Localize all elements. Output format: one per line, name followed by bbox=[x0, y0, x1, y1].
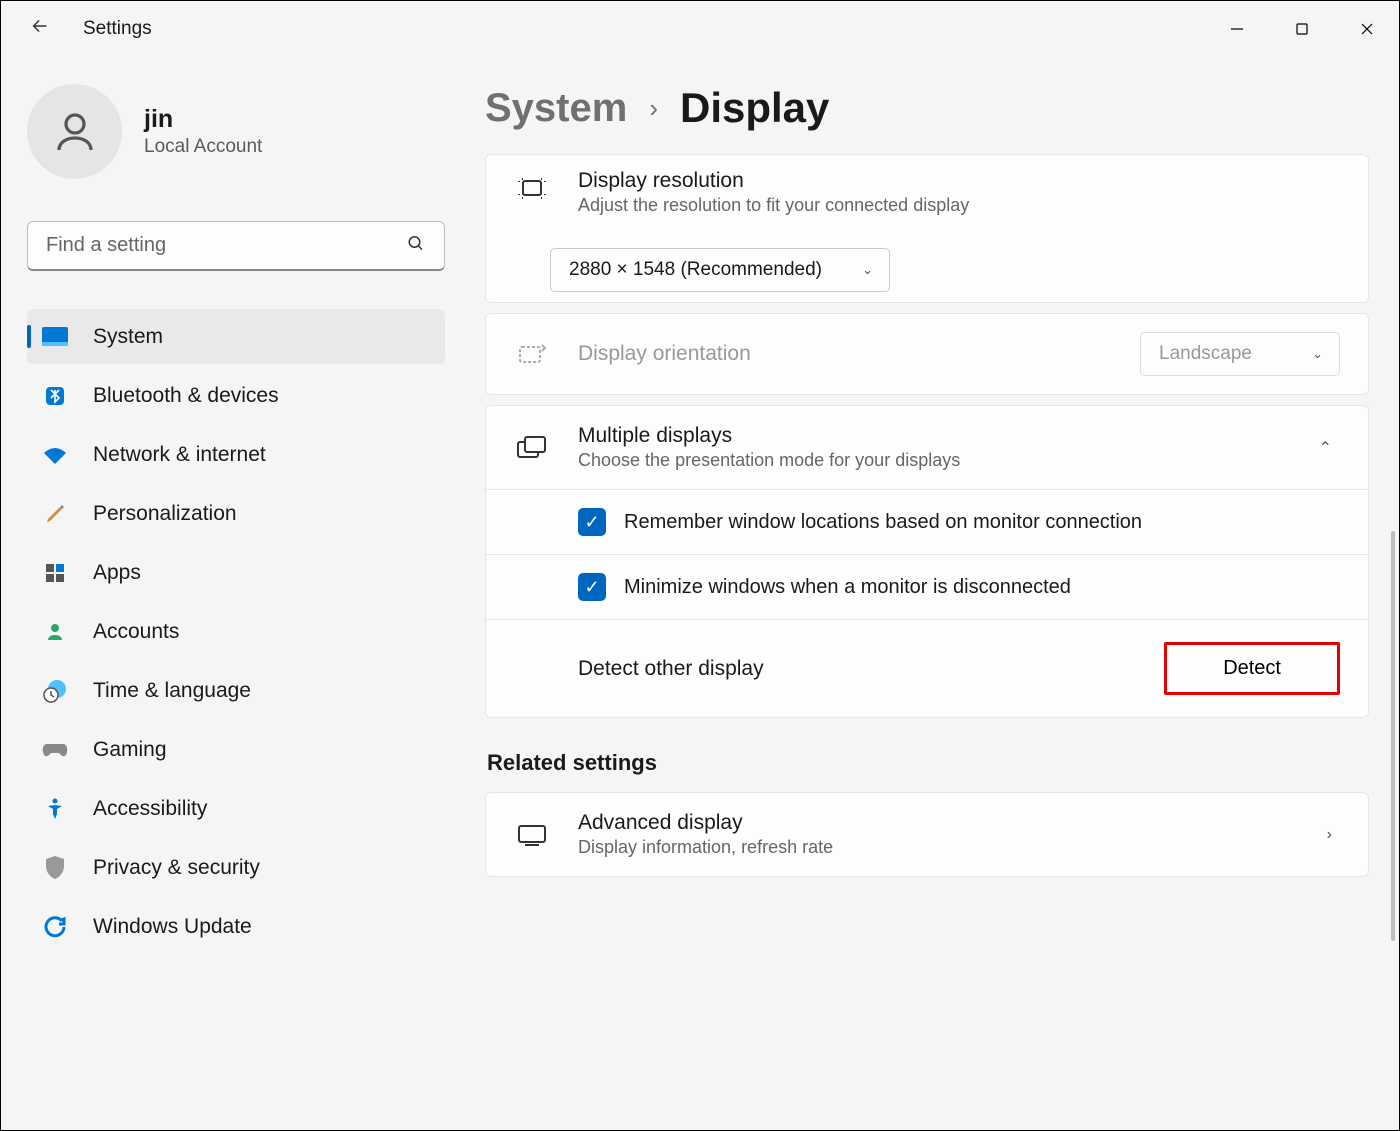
bluetooth-icon bbox=[41, 382, 69, 410]
orientation-value: Landscape bbox=[1159, 343, 1252, 365]
breadcrumb: System › Display bbox=[485, 84, 1369, 132]
multiple-displays-header[interactable]: Multiple displays Choose the presentatio… bbox=[486, 406, 1368, 489]
search-input[interactable] bbox=[27, 221, 445, 271]
app-title: Settings bbox=[83, 18, 152, 40]
search-icon bbox=[407, 235, 425, 258]
resolution-dropdown[interactable]: 2880 × 1548 (Recommended) ⌄ bbox=[550, 248, 890, 292]
update-icon bbox=[41, 913, 69, 941]
sidebar-item-label: Windows Update bbox=[93, 915, 252, 939]
display-orientation-card: Display orientation Landscape ⌄ bbox=[485, 313, 1369, 395]
resolution-value: 2880 × 1548 (Recommended) bbox=[569, 259, 822, 281]
multiple-displays-title: Multiple displays bbox=[578, 424, 1283, 448]
minimize-windows-label: Minimize windows when a monitor is disco… bbox=[624, 576, 1071, 599]
sidebar-item-label: Time & language bbox=[93, 679, 251, 703]
profile-type: Local Account bbox=[144, 136, 262, 158]
sidebar-item-bluetooth[interactable]: Bluetooth & devices bbox=[27, 368, 445, 423]
remember-locations-checkbox[interactable]: ✓ bbox=[578, 508, 606, 536]
sidebar-item-personalization[interactable]: Personalization bbox=[27, 486, 445, 541]
shield-icon bbox=[41, 854, 69, 882]
close-button[interactable] bbox=[1334, 1, 1399, 56]
system-icon bbox=[41, 323, 69, 351]
breadcrumb-current: Display bbox=[680, 84, 829, 132]
detect-button[interactable]: Detect bbox=[1164, 642, 1340, 695]
scrollbar[interactable] bbox=[1391, 531, 1395, 941]
orientation-icon bbox=[514, 341, 550, 367]
apps-icon bbox=[41, 559, 69, 587]
minimize-windows-checkbox[interactable]: ✓ bbox=[578, 573, 606, 601]
multiple-displays-card: Multiple displays Choose the presentatio… bbox=[485, 405, 1369, 718]
multiple-displays-icon bbox=[514, 434, 550, 462]
minimize-button[interactable] bbox=[1204, 1, 1269, 56]
resolution-icon bbox=[514, 175, 550, 203]
profile-block[interactable]: jin Local Account bbox=[27, 84, 445, 179]
sidebar-item-accessibility[interactable]: Accessibility bbox=[27, 781, 445, 836]
sidebar-item-label: Network & internet bbox=[93, 443, 266, 467]
advanced-display-title: Advanced display bbox=[578, 811, 1291, 835]
display-resolution-card: Display resolution Adjust the resolution… bbox=[485, 154, 1369, 303]
chevron-down-icon: ⌄ bbox=[862, 262, 873, 278]
sidebar-item-time[interactable]: Time & language bbox=[27, 663, 445, 718]
sidebar-item-privacy[interactable]: Privacy & security bbox=[27, 840, 445, 895]
sidebar-item-network[interactable]: Network & internet bbox=[27, 427, 445, 482]
detect-label: Detect other display bbox=[578, 657, 764, 681]
accessibility-icon bbox=[41, 795, 69, 823]
person-icon bbox=[41, 618, 69, 646]
resolution-subtitle: Adjust the resolution to fit your connec… bbox=[578, 195, 1340, 216]
minimize-windows-row[interactable]: ✓ Minimize windows when a monitor is dis… bbox=[486, 554, 1368, 619]
sidebar-item-label: Accounts bbox=[93, 620, 179, 644]
clock-globe-icon bbox=[41, 677, 69, 705]
sidebar-item-label: Accessibility bbox=[93, 797, 207, 821]
related-settings-heading: Related settings bbox=[487, 750, 1369, 776]
profile-name: jin bbox=[144, 105, 262, 134]
avatar bbox=[27, 84, 122, 179]
back-button[interactable] bbox=[29, 15, 51, 43]
gamepad-icon bbox=[41, 736, 69, 764]
sidebar-item-apps[interactable]: Apps bbox=[27, 545, 445, 600]
sidebar-item-label: Apps bbox=[93, 561, 141, 585]
chevron-right-icon: › bbox=[1319, 826, 1340, 844]
chevron-up-icon[interactable]: ⌃ bbox=[1311, 438, 1340, 458]
sidebar-item-label: Privacy & security bbox=[93, 856, 260, 880]
sidebar-item-label: Personalization bbox=[93, 502, 237, 526]
maximize-button[interactable] bbox=[1269, 1, 1334, 56]
sidebar-item-label: Bluetooth & devices bbox=[93, 384, 279, 408]
sidebar-item-label: System bbox=[93, 325, 163, 349]
advanced-display-subtitle: Display information, refresh rate bbox=[578, 837, 1291, 858]
advanced-display-card[interactable]: Advanced display Display information, re… bbox=[485, 792, 1369, 877]
sidebar-item-update[interactable]: Windows Update bbox=[27, 899, 445, 954]
remember-locations-label: Remember window locations based on monit… bbox=[624, 511, 1142, 534]
chevron-down-icon: ⌄ bbox=[1312, 346, 1323, 362]
multiple-displays-subtitle: Choose the presentation mode for your di… bbox=[578, 450, 1283, 471]
sidebar-item-accounts[interactable]: Accounts bbox=[27, 604, 445, 659]
brush-icon bbox=[41, 500, 69, 528]
resolution-title: Display resolution bbox=[578, 169, 1340, 193]
sidebar-item-label: Gaming bbox=[93, 738, 167, 762]
breadcrumb-parent[interactable]: System bbox=[485, 86, 627, 131]
wifi-icon bbox=[41, 441, 69, 469]
remember-locations-row[interactable]: ✓ Remember window locations based on mon… bbox=[486, 489, 1368, 554]
sidebar-item-gaming[interactable]: Gaming bbox=[27, 722, 445, 777]
chevron-right-icon: › bbox=[649, 93, 658, 124]
sidebar-item-system[interactable]: System bbox=[27, 309, 445, 364]
monitor-icon bbox=[514, 822, 550, 848]
orientation-dropdown: Landscape ⌄ bbox=[1140, 332, 1340, 376]
orientation-title: Display orientation bbox=[578, 342, 1112, 366]
